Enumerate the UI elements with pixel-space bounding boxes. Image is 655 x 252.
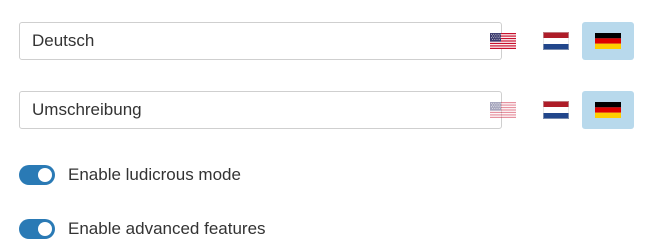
netherlands-flag-icon [543,101,569,119]
germany-flag-icon [595,33,621,49]
advanced-features-setting: Enable advanced features [19,218,266,240]
translation-input[interactable] [19,91,502,129]
us-flag-icon [490,33,516,49]
language-button-german[interactable] [582,22,634,60]
language-button-dutch[interactable] [530,91,582,129]
translation-row-1 [19,22,639,62]
germany-flag-icon [595,102,621,118]
translation-input[interactable] [19,22,502,60]
netherlands-flag-icon [543,32,569,50]
ludicrous-mode-label: Enable ludicrous mode [68,165,241,184]
language-button-german[interactable] [582,91,634,129]
toggle-knob [38,222,52,236]
ludicrous-mode-toggle[interactable] [19,165,55,185]
translation-row-2 [19,91,639,131]
toggle-knob [38,168,52,182]
advanced-features-label: Enable advanced features [68,219,266,238]
ludicrous-mode-setting: Enable ludicrous mode [19,164,241,186]
language-button-english[interactable] [477,22,529,60]
advanced-features-toggle[interactable] [19,219,55,239]
language-button-english[interactable] [477,91,529,129]
language-button-dutch[interactable] [530,22,582,60]
us-flag-icon [490,102,516,118]
